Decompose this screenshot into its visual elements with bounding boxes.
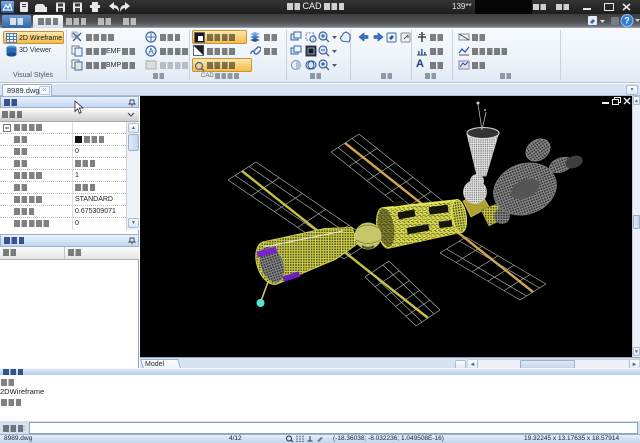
svg-text:A: A — [148, 47, 154, 56]
svg-text:?: ? — [624, 16, 630, 26]
